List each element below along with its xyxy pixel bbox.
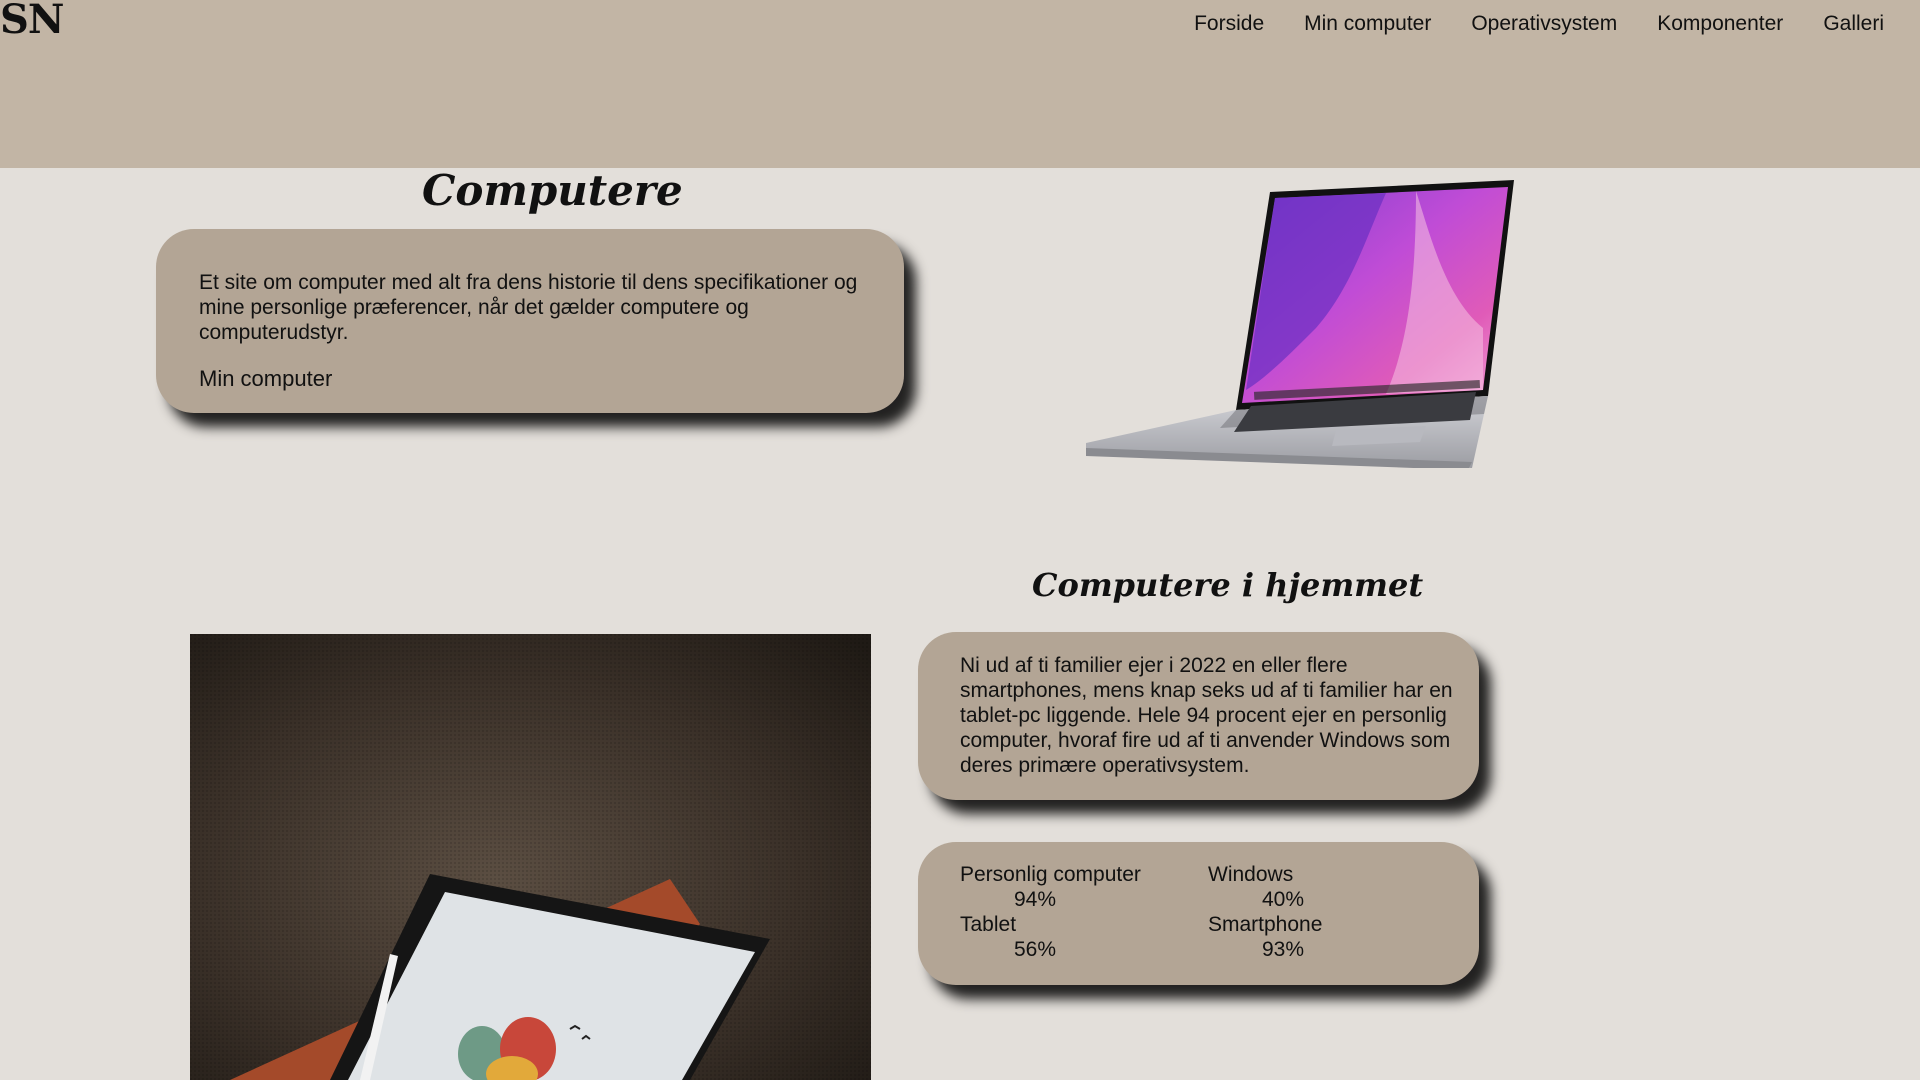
tablet-photo xyxy=(190,634,871,1080)
stat-label: Smartphone xyxy=(1208,913,1323,936)
intro-card: Et site om computer med alt fra dens his… xyxy=(156,229,904,413)
home-section-title: Computere i hjemmet xyxy=(1032,566,1424,604)
stat-label: Personlig computer xyxy=(960,863,1141,886)
main-nav: Forside Min computer Operativsystem Komp… xyxy=(1194,12,1884,36)
home-stats-card: Ni ud af ti familier ejer i 2022 en elle… xyxy=(918,632,1479,800)
stat-value: 40% xyxy=(1262,888,1305,911)
stat-label: Windows xyxy=(1208,863,1294,886)
nav-link-operativsystem[interactable]: Operativsystem xyxy=(1471,12,1617,36)
nav-link-komponenter[interactable]: Komponenter xyxy=(1657,12,1783,36)
stat-item: Smartphone 93% xyxy=(1208,912,1456,962)
stat-value: 94% xyxy=(1014,888,1057,911)
stat-value: 93% xyxy=(1262,938,1305,961)
site-logo[interactable]: SN xyxy=(0,0,64,43)
stat-item: Personlig computer 94% xyxy=(960,862,1208,912)
stat-item: Tablet 56% xyxy=(960,912,1208,962)
intro-text: Et site om computer med alt fra dens his… xyxy=(199,271,858,344)
percent-grid: Personlig computer 94% Windows 40% Table… xyxy=(960,862,1459,962)
stat-item: Windows 40% xyxy=(1208,862,1456,912)
stat-value: 56% xyxy=(1014,938,1057,961)
nav-link-min-computer[interactable]: Min computer xyxy=(1304,12,1431,36)
nav-link-galleri[interactable]: Galleri xyxy=(1823,12,1884,36)
site-header: SN Forside Min computer Operativsystem K… xyxy=(0,0,1920,168)
percent-card: Personlig computer 94% Windows 40% Table… xyxy=(918,842,1479,985)
laptop-image xyxy=(1086,180,1514,468)
page-title: Computere xyxy=(422,166,683,215)
stat-label: Tablet xyxy=(960,913,1017,936)
nav-link-forside[interactable]: Forside xyxy=(1194,12,1264,36)
min-computer-link[interactable]: Min computer xyxy=(199,366,332,392)
home-text: Ni ud af ti familier ejer i 2022 en elle… xyxy=(960,654,1453,777)
